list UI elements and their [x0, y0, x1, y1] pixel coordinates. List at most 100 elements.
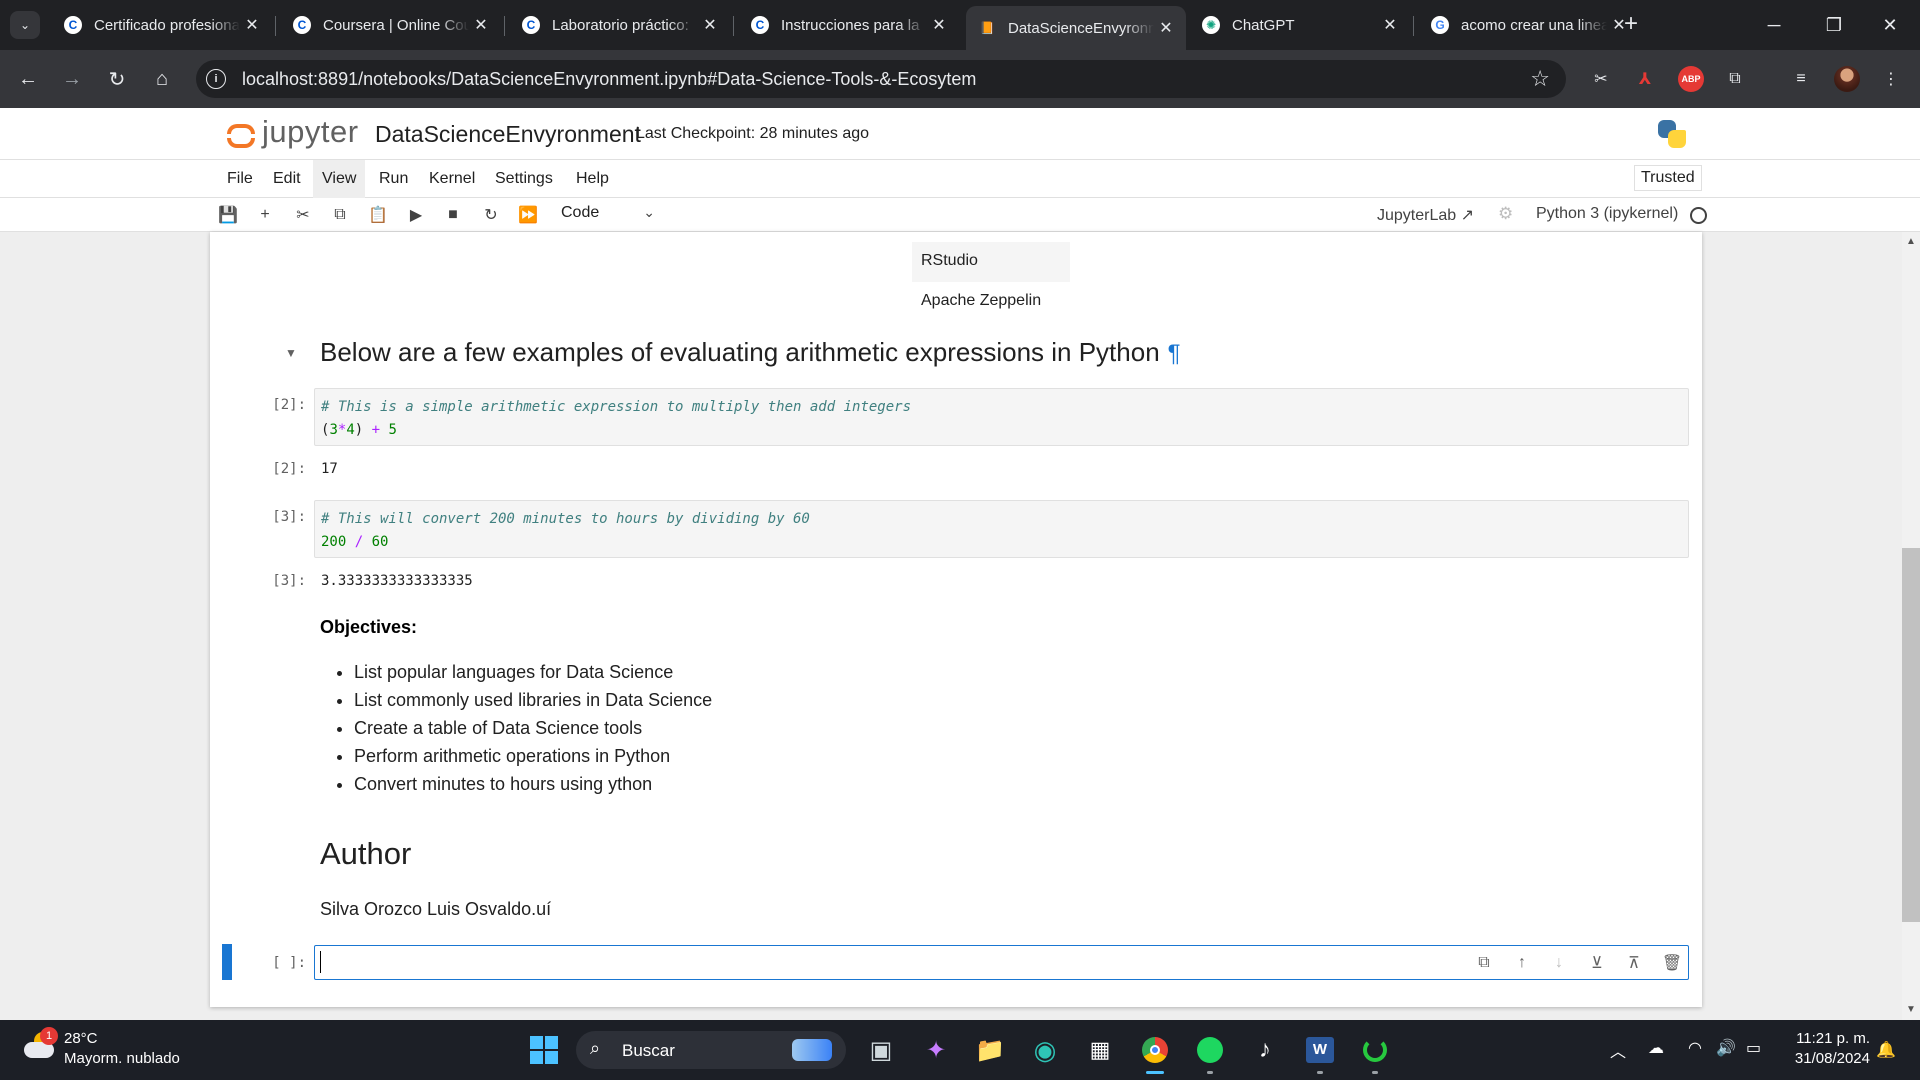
edge-browser-icon[interactable]: ◉	[1027, 1032, 1063, 1068]
site-info-icon[interactable]: i	[206, 69, 226, 89]
list-item: Convert minutes to hours using ython	[354, 774, 712, 802]
tab-title: Laboratorio práctico:	[552, 16, 689, 34]
wifi-icon[interactable]: ◠	[1688, 1038, 1702, 1058]
microsoft-store-icon[interactable]: ▦	[1082, 1032, 1118, 1068]
chevron-up-icon[interactable]: ︿	[1610, 1038, 1626, 1062]
trusted-indicator[interactable]: Trusted	[1634, 165, 1702, 191]
move-up-icon[interactable]: ↑	[1510, 951, 1534, 975]
volume-icon[interactable]: 🔊	[1716, 1038, 1736, 1058]
weather-description[interactable]: Mayorm. nublado	[64, 1050, 180, 1067]
forward-arrow-icon[interactable]: →	[58, 65, 86, 93]
profile-avatar[interactable]	[1834, 66, 1860, 92]
move-down-icon[interactable]: ↓	[1547, 951, 1571, 975]
collapse-heading-icon[interactable]: ▼	[285, 346, 297, 360]
close-icon[interactable]: ✕	[1154, 18, 1178, 38]
home-icon[interactable]: ⌂	[148, 65, 176, 93]
loading-app-icon[interactable]	[1357, 1032, 1393, 1068]
search-placeholder: Buscar	[622, 1041, 675, 1060]
address-bar[interactable]: i localhost:8891/notebooks/DataScienceEn…	[196, 60, 1566, 98]
tab-search-button[interactable]: ⌄	[10, 11, 40, 39]
chrome-icon[interactable]	[1137, 1032, 1173, 1068]
clock-date[interactable]: 31/08/2024	[1780, 1050, 1870, 1067]
menu-kernel[interactable]: Kernel	[420, 160, 484, 198]
clock-time[interactable]: 11:21 p. m.	[1790, 1030, 1870, 1047]
onedrive-cloud-icon[interactable]: ☁	[1648, 1038, 1664, 1058]
close-icon[interactable]: ✕	[469, 15, 493, 35]
run-icon[interactable]: ▶	[404, 203, 428, 227]
task-view-icon[interactable]: ▣	[863, 1032, 899, 1068]
close-icon[interactable]: ✕	[698, 15, 722, 35]
gear-icon[interactable]: ⚙	[1498, 204, 1513, 224]
chevron-down-icon: ⌄	[643, 204, 655, 220]
browser-tab[interactable]: C Laboratorio práctico: ✕	[510, 8, 730, 42]
close-icon[interactable]: ✕	[240, 15, 264, 35]
back-arrow-icon[interactable]: ←	[14, 65, 42, 93]
browser-menu-icon[interactable]: ⋮	[1878, 66, 1904, 92]
anchor-link[interactable]: ¶	[1168, 340, 1181, 367]
kernel-name[interactable]: Python 3 (ipykernel)	[1536, 205, 1678, 223]
windows-start-icon[interactable]	[526, 1032, 562, 1068]
tiktok-icon[interactable]: ♪	[1247, 1032, 1283, 1068]
duplicate-cell-icon[interactable]: ⧉	[1472, 951, 1496, 975]
code-cell-input[interactable]: # This will convert 200 minutes to hours…	[314, 500, 1689, 558]
spotify-icon[interactable]	[1192, 1032, 1228, 1068]
browser-tab-strip: ⌄ C Certificado profesional ✕ C Coursera…	[0, 0, 1920, 50]
list-item: Create a table of Data Science tools	[354, 718, 712, 746]
input-prompt: [2]:	[272, 397, 306, 413]
save-icon[interactable]: 💾	[216, 203, 240, 227]
weather-temperature[interactable]: 28°C	[64, 1030, 98, 1047]
browser-tab[interactable]: C Certificado profesional ✕	[52, 8, 272, 42]
menu-help[interactable]: Help	[567, 160, 618, 198]
restart-icon[interactable]: ↻	[479, 203, 503, 227]
jupyter-logo-icon[interactable]	[224, 116, 258, 152]
extensions-puzzle-icon[interactable]: ⧉	[1722, 66, 1748, 92]
adblock-icon[interactable]: ABP	[1678, 66, 1704, 92]
insert-above-icon[interactable]: ⊻	[1585, 951, 1609, 975]
insert-below-icon[interactable]: ⊼	[1622, 951, 1646, 975]
browser-tab[interactable]: ✺ ChatGPT ✕	[1190, 8, 1410, 42]
window-close-button[interactable]: ✕	[1860, 0, 1920, 50]
media-control-icon[interactable]: ≡	[1788, 66, 1814, 92]
bookmark-star-icon[interactable]: ☆	[1530, 66, 1550, 92]
file-explorer-icon[interactable]: 📁	[972, 1032, 1008, 1068]
browser-tab-active[interactable]: 📙 DataScienceEnvyronment ✕	[966, 6, 1186, 50]
scroll-up-arrow-icon[interactable]: ▲	[1906, 236, 1916, 247]
paste-icon[interactable]: 📋	[366, 203, 390, 227]
copy-icon[interactable]: ⧉	[328, 203, 352, 227]
notification-bell-icon[interactable]: 🔔	[1876, 1040, 1896, 1060]
new-tab-button[interactable]: +	[1618, 12, 1644, 38]
menu-view[interactable]: View	[313, 160, 366, 198]
close-icon[interactable]: ✕	[927, 15, 951, 35]
insert-cell-icon[interactable]: +	[253, 203, 277, 227]
code-cell-input[interactable]: # This is a simple arithmetic expression…	[314, 388, 1689, 446]
restore-button[interactable]: ❐	[1804, 0, 1864, 50]
browser-tab[interactable]: G acomo crear una linea ✕	[1419, 8, 1639, 42]
cut-icon[interactable]: ✂	[291, 203, 315, 227]
scroll-down-arrow-icon[interactable]: ▼	[1906, 1004, 1916, 1015]
menu-settings[interactable]: Settings	[486, 160, 562, 198]
url-text[interactable]: localhost:8891/notebooks/DataScienceEnvy…	[242, 69, 976, 90]
delete-cell-icon[interactable]: 🗑	[1660, 951, 1684, 975]
close-icon[interactable]: ✕	[1378, 15, 1402, 35]
cell-type-select[interactable]: Code ⌄	[561, 204, 661, 226]
list-item: List commonly used libraries in Data Sci…	[354, 690, 712, 718]
menu-file[interactable]: File	[218, 160, 262, 198]
pdf-extension-icon[interactable]: ⅄	[1632, 66, 1658, 92]
copilot-icon[interactable]: ✦	[918, 1032, 954, 1068]
jupyterlab-link[interactable]: JupyterLab ↗	[1377, 205, 1474, 225]
browser-tab[interactable]: C Coursera | Online Courses ✕	[281, 8, 501, 42]
reload-icon[interactable]: ↻	[103, 65, 131, 93]
scrollbar-thumb[interactable]	[1902, 548, 1920, 922]
battery-icon[interactable]: ▭	[1746, 1038, 1761, 1058]
extension-icon[interactable]: ✂	[1588, 66, 1614, 92]
menu-edit[interactable]: Edit	[264, 160, 310, 198]
menu-run[interactable]: Run	[370, 160, 417, 198]
word-icon[interactable]: W	[1302, 1032, 1338, 1068]
stop-icon[interactable]: ■	[441, 203, 465, 227]
jupyter-wordmark[interactable]: jupyter	[262, 114, 359, 150]
notebook-title[interactable]: DataScienceEnvyronment	[375, 121, 641, 148]
browser-tab[interactable]: C Instrucciones para la ✕	[739, 8, 959, 42]
restart-run-all-icon[interactable]: ⏩	[516, 203, 540, 227]
minimize-button[interactable]: ─	[1744, 0, 1804, 50]
taskbar-search[interactable]: ⌕ Buscar	[576, 1031, 846, 1069]
